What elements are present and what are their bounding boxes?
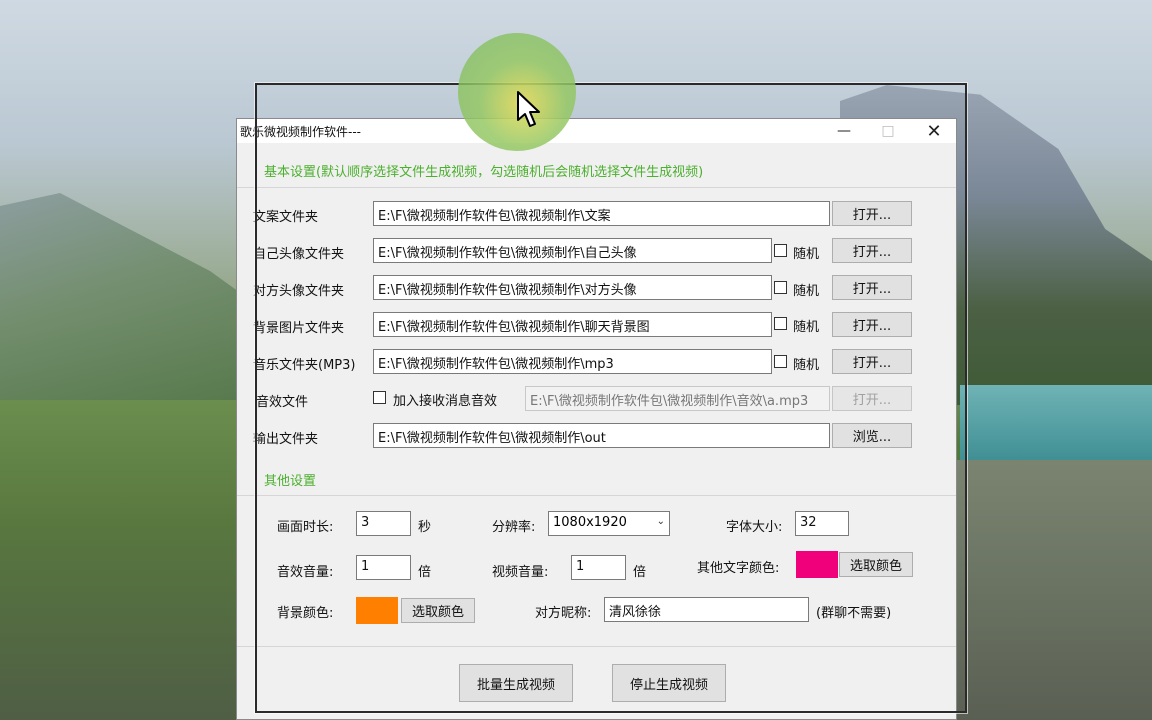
sound-file-field[interactable]: E:\F\微视频制作软件包\微视频制作\音效\a.mp3 [525,386,830,411]
bg-color-label: 背景颜色: [277,606,334,621]
text-color-swatch [796,551,838,578]
output-folder-label: 输出文件夹 [253,432,319,447]
copy-folder-open-button[interactable]: 打开... [832,201,912,226]
music-folder-label: 音乐文件夹(MP3) [253,358,356,373]
divider [237,187,956,188]
resolution-select[interactable]: 1080x1920 ⌄ [548,511,670,536]
background-open-button[interactable]: 打开... [832,312,912,337]
music-random-label: 随机 [793,358,820,373]
background-village-left [0,400,240,720]
nickname-note: (群聊不需要) [816,606,892,621]
resolution-selected-value: 1080x1920 [553,515,627,530]
duration-unit: 秒 [418,520,432,535]
self-avatar-open-button[interactable]: 打开... [832,238,912,263]
music-folder-field[interactable]: E:\F\微视频制作软件包\微视频制作\mp3 [373,349,772,374]
close-icon[interactable]: ✕ [911,119,957,143]
sfx-volume-unit: 倍 [418,565,432,580]
self-avatar-random-label: 随机 [793,247,820,262]
window-title: 歌乐微视频制作软件--- [240,125,361,139]
bg-color-pick-button[interactable]: 选取颜色 [401,598,475,623]
resolution-label: 分辨率: [492,520,536,535]
nickname-input[interactable]: 清风徐徐 [604,597,809,622]
title-bar[interactable]: 歌乐微视频制作软件--- — □ ✕ [237,119,956,143]
minimize-icon[interactable]: — [821,119,867,143]
self-avatar-random-checkbox[interactable] [774,244,787,257]
self-avatar-folder-label: 自己头像文件夹 [253,247,345,262]
stop-generate-button[interactable]: 停止生成视频 [612,664,726,702]
background-lake [960,385,1152,465]
sound-effect-checkbox[interactable] [373,391,386,404]
sfx-volume-input[interactable]: 1 [356,555,411,580]
app-window: 歌乐微视频制作软件--- — □ ✕ 基本设置(默认顺序选择文件生成视频，勾选随… [236,118,957,720]
duration-input[interactable]: 3 [356,511,411,536]
font-size-label: 字体大小: [726,520,783,535]
batch-generate-button[interactable]: 批量生成视频 [459,664,573,702]
background-folder-label: 背景图片文件夹 [253,321,345,336]
video-volume-input[interactable]: 1 [571,555,626,580]
video-volume-label: 视频音量: [492,565,549,580]
text-color-label: 其他文字颜色: [697,561,780,576]
other-avatar-random-checkbox[interactable] [774,281,787,294]
font-size-input[interactable]: 32 [795,511,849,536]
background-random-checkbox[interactable] [774,317,787,330]
duration-label: 画面时长: [277,520,334,535]
self-avatar-folder-field[interactable]: E:\F\微视频制作软件包\微视频制作\自己头像 [373,238,772,263]
divider [237,646,956,647]
mouse-pointer-icon [517,91,540,127]
chevron-down-icon: ⌄ [656,516,665,527]
output-folder-field[interactable]: E:\F\微视频制作软件包\微视频制作\out [373,423,830,448]
music-open-button[interactable]: 打开... [832,349,912,374]
basic-settings-title: 基本设置(默认顺序选择文件生成视频，勾选随机后会随机选择文件生成视频) [264,165,704,180]
sound-file-label: 音效文件 [256,395,309,410]
other-avatar-open-button[interactable]: 打开... [832,275,912,300]
background-village-right [955,460,1152,720]
background-folder-field[interactable]: E:\F\微视频制作软件包\微视频制作\聊天背景图 [373,312,772,337]
copy-folder-field[interactable]: E:\F\微视频制作软件包\微视频制作\文案 [373,201,830,226]
sfx-volume-label: 音效音量: [277,565,334,580]
nickname-label: 对方昵称: [535,606,592,621]
sound-effect-checkbox-label: 加入接收消息音效 [393,394,498,409]
background-random-label: 随机 [793,320,820,335]
other-avatar-folder-label: 对方头像文件夹 [253,284,345,299]
video-volume-unit: 倍 [633,565,647,580]
sound-open-button[interactable]: 打开... [832,386,912,411]
other-avatar-random-label: 随机 [793,284,820,299]
music-random-checkbox[interactable] [774,355,787,368]
other-settings-title: 其他设置 [264,474,317,489]
other-avatar-folder-field[interactable]: E:\F\微视频制作软件包\微视频制作\对方头像 [373,275,772,300]
output-browse-button[interactable]: 浏览... [832,423,912,448]
maximize-icon[interactable]: □ [865,119,911,143]
divider [237,495,956,496]
text-color-pick-button[interactable]: 选取颜色 [839,552,913,577]
bg-color-swatch [356,597,398,624]
copy-folder-label: 文案文件夹 [253,210,319,225]
